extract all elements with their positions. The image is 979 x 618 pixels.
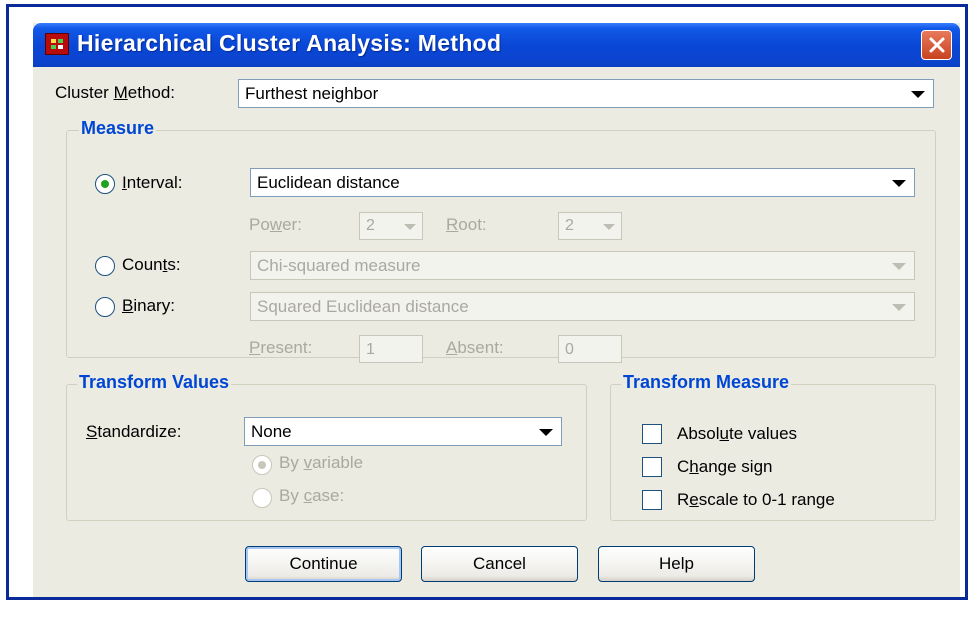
counts-label: Counts: [122, 255, 181, 274]
present-label: Present: [249, 338, 313, 357]
counts-measure-select[interactable]: Chi-squared measure [250, 251, 915, 280]
change-sign-checkbox[interactable] [642, 457, 662, 477]
binary-radio[interactable] [95, 297, 115, 317]
window-title: Hierarchical Cluster Analysis: Method [77, 30, 502, 56]
standardize-select[interactable]: None [244, 417, 562, 446]
cluster-method-value: Furthest neighbor [245, 84, 379, 103]
measure-group: Measure Interval: Euclidean distance Pow… [66, 118, 936, 363]
chevron-down-icon [892, 180, 906, 187]
present-input[interactable]: 1 [359, 335, 423, 363]
standardize-value: None [251, 422, 292, 441]
chevron-down-icon [539, 429, 553, 436]
cluster-method-label: Cluster Method: [55, 83, 176, 102]
by-variable-label: By variable [279, 453, 364, 472]
interval-radio[interactable] [95, 174, 115, 194]
by-case-radio[interactable] [252, 488, 272, 508]
change-sign-label: Change sign [677, 457, 773, 476]
absolute-values-label: Absolute values [677, 424, 798, 443]
transform-measure-title: Transform Measure [621, 372, 792, 393]
close-icon [929, 37, 945, 53]
chevron-down-icon [603, 224, 615, 230]
binary-measure-value: Squared Euclidean distance [257, 297, 469, 316]
power-select[interactable]: 2 [359, 212, 423, 240]
by-variable-radio[interactable] [252, 455, 272, 475]
chevron-down-icon [911, 91, 925, 98]
root-value: 2 [565, 217, 574, 234]
chevron-down-icon [892, 263, 906, 270]
power-value: 2 [366, 217, 375, 234]
binary-measure-select[interactable]: Squared Euclidean distance [250, 292, 915, 321]
binary-label: Binary: [122, 296, 175, 315]
standardize-label: Standardize: [86, 422, 182, 441]
help-button[interactable]: Help [598, 546, 755, 582]
interval-label: Interval: [122, 173, 183, 192]
transform-values-group: Transform Values Standardize: None By va… [66, 372, 587, 521]
counts-measure-value: Chi-squared measure [257, 256, 421, 275]
root-label: Root: [446, 215, 487, 234]
spss-grid-icon [45, 33, 69, 55]
root-select[interactable]: 2 [558, 212, 622, 240]
rescale-checkbox[interactable] [642, 490, 662, 510]
close-button[interactable] [921, 30, 952, 60]
measure-group-title: Measure [79, 118, 157, 139]
transform-values-title: Transform Values [77, 372, 232, 393]
counts-radio[interactable] [95, 256, 115, 276]
cluster-method-dialog: Hierarchical Cluster Analysis: Method Cl… [33, 23, 960, 597]
interval-measure-select[interactable]: Euclidean distance [250, 168, 915, 197]
absent-input[interactable]: 0 [558, 335, 622, 363]
rescale-label: Rescale to 0-1 range [677, 490, 835, 509]
absent-label: Absent: [446, 338, 504, 357]
chevron-down-icon [404, 224, 416, 230]
chevron-down-icon [892, 304, 906, 311]
transform-measure-group: Transform Measure Absolute values Change… [610, 372, 936, 521]
by-case-label: By case: [279, 486, 345, 505]
absolute-values-checkbox[interactable] [642, 424, 662, 444]
title-bar[interactable]: Hierarchical Cluster Analysis: Method [33, 23, 960, 67]
power-label: Power: [249, 215, 302, 234]
continue-button[interactable]: Continue [245, 546, 402, 582]
cancel-button[interactable]: Cancel [421, 546, 578, 582]
interval-measure-value: Euclidean distance [257, 173, 400, 192]
cluster-method-select[interactable]: Furthest neighbor [238, 79, 934, 108]
